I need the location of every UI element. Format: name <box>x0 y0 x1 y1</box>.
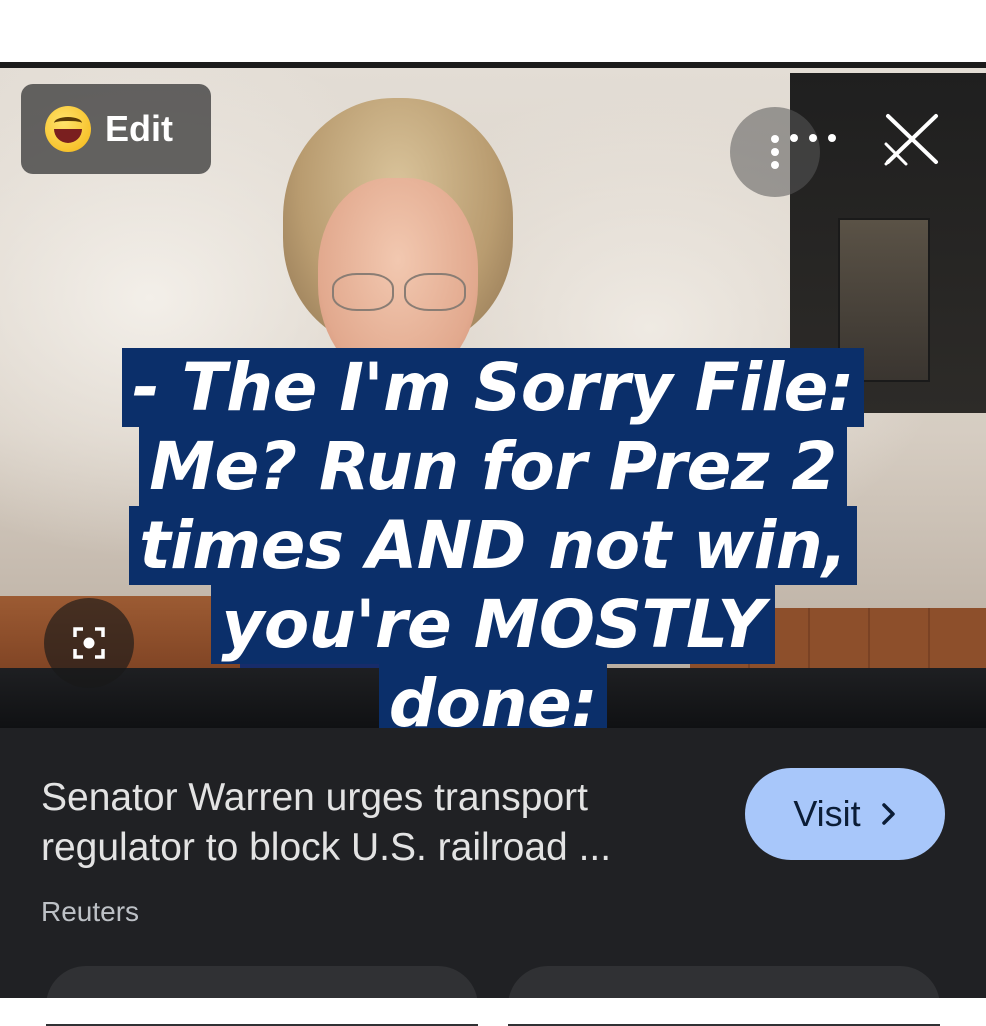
caption-line: Me? Run for Prez 2 <box>139 427 847 506</box>
caption-line: you're MOSTLY <box>211 585 775 664</box>
visit-button[interactable]: Visit <box>745 768 945 860</box>
edit-button[interactable]: Edit <box>21 84 211 174</box>
more-horizontal-icon <box>790 134 836 142</box>
meme-caption: - The I'm Sorry File: Me? Run for Prez 2… <box>58 348 928 743</box>
close-icon[interactable] <box>880 112 944 170</box>
glasses <box>328 273 468 311</box>
chevron-right-icon <box>881 803 895 825</box>
more-vertical-icon <box>771 135 779 169</box>
edit-label: Edit <box>105 108 173 149</box>
visit-label: Visit <box>793 793 861 834</box>
caption-line: times AND not win, <box>129 506 857 585</box>
caption-line: - The I'm Sorry File: <box>122 348 864 427</box>
result-headline[interactable]: Senator Warren urges transport regulator… <box>41 773 731 873</box>
grinning-face-emoji-icon <box>45 106 91 152</box>
status-area <box>0 0 986 62</box>
result-source: Reuters <box>41 896 140 927</box>
bottom-area <box>0 998 986 1024</box>
